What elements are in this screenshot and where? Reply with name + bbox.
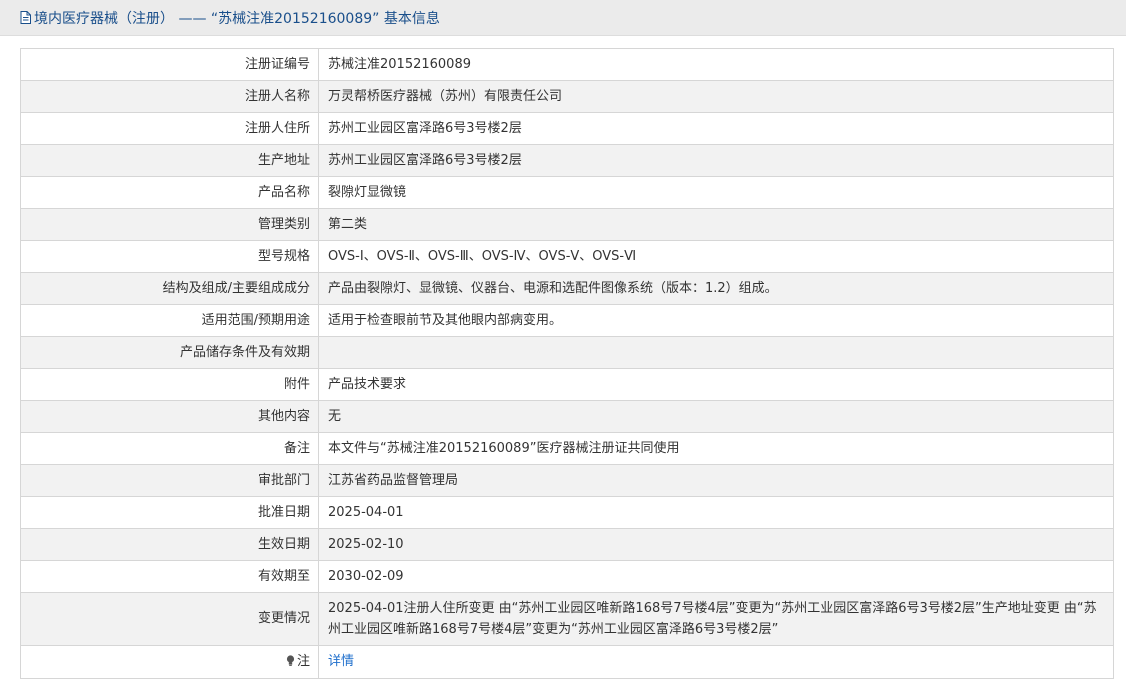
row-value: 苏械注准20152160089	[318, 48, 1114, 81]
row-value: 2025-04-01	[318, 496, 1114, 529]
row-value: 裂隙灯显微镜	[318, 176, 1114, 209]
row-value: 苏州工业园区富泽路6号3号楼2层	[318, 144, 1114, 177]
table-row: 注 详情	[20, 645, 1114, 679]
table-row: 型号规格 OVS-Ⅰ、OVS-Ⅱ、OVS-Ⅲ、OVS-Ⅳ、OVS-Ⅴ、OVS-Ⅵ	[20, 240, 1114, 273]
row-value: 详情	[318, 645, 1114, 679]
info-table: 注册证编号 苏械注准20152160089 注册人名称 万灵帮桥医疗器械（苏州）…	[20, 48, 1114, 679]
detail-panel: 境内医疗器械（注册） —— “苏械注准20152160089” 基本信息 注册证…	[0, 0, 1126, 695]
table-row: 批准日期 2025-04-01	[20, 496, 1114, 529]
row-label: 审批部门	[20, 464, 319, 497]
table-row: 备注 本文件与“苏械注准20152160089”医疗器械注册证共同使用	[20, 432, 1114, 465]
table-row: 管理类别 第二类	[20, 208, 1114, 241]
row-label: 型号规格	[20, 240, 319, 273]
note-label-cell: 注	[20, 645, 319, 679]
lightbulb-icon	[286, 655, 295, 666]
row-value: 2025-04-01注册人住所变更 由“苏州工业园区唯新路168号7号楼4层”变…	[318, 592, 1114, 646]
row-label: 注册人住所	[20, 112, 319, 145]
row-label: 注册人名称	[20, 80, 319, 113]
details-link[interactable]: 详情	[328, 654, 354, 669]
row-value: 适用于检查眼前节及其他眼内部病变用。	[318, 304, 1114, 337]
table-row: 注册证编号 苏械注准20152160089	[20, 48, 1114, 81]
row-label: 备注	[20, 432, 319, 465]
table-row: 生效日期 2025-02-10	[20, 528, 1114, 561]
table-row: 有效期至 2030-02-09	[20, 560, 1114, 593]
row-value: 产品由裂隙灯、显微镜、仪器台、电源和选配件图像系统（版本：1.2）组成。	[318, 272, 1114, 305]
row-value: 第二类	[318, 208, 1114, 241]
row-value: 产品技术要求	[318, 368, 1114, 401]
table-row: 注册人名称 万灵帮桥医疗器械（苏州）有限责任公司	[20, 80, 1114, 113]
row-label: 注册证编号	[20, 48, 319, 81]
row-label: 产品名称	[20, 176, 319, 209]
row-value: 江苏省药品监督管理局	[318, 464, 1114, 497]
row-label: 管理类别	[20, 208, 319, 241]
table-row: 产品名称 裂隙灯显微镜	[20, 176, 1114, 209]
row-label: 附件	[20, 368, 319, 401]
row-value: 本文件与“苏械注准20152160089”医疗器械注册证共同使用	[318, 432, 1114, 465]
row-label: 适用范围/预期用途	[20, 304, 319, 337]
row-label: 有效期至	[20, 560, 319, 593]
row-label: 其他内容	[20, 400, 319, 433]
row-value: 无	[318, 400, 1114, 433]
panel-header: 境内医疗器械（注册） —— “苏械注准20152160089” 基本信息	[0, 0, 1126, 36]
row-value: 苏州工业园区富泽路6号3号楼2层	[318, 112, 1114, 145]
row-value	[318, 336, 1114, 369]
table-row: 变更情况 2025-04-01注册人住所变更 由“苏州工业园区唯新路168号7号…	[20, 592, 1114, 646]
table-row: 附件 产品技术要求	[20, 368, 1114, 401]
row-label: 结构及组成/主要组成成分	[20, 272, 319, 305]
row-label: 生效日期	[20, 528, 319, 561]
row-label: 批准日期	[20, 496, 319, 529]
row-value: 2025-02-10	[318, 528, 1114, 561]
row-label: 产品储存条件及有效期	[20, 336, 319, 369]
note-label: 注	[296, 654, 310, 669]
table-row: 产品储存条件及有效期	[20, 336, 1114, 369]
table-row: 审批部门 江苏省药品监督管理局	[20, 464, 1114, 497]
row-label: 变更情况	[20, 592, 319, 646]
document-icon	[20, 11, 31, 24]
table-row: 生产地址 苏州工业园区富泽路6号3号楼2层	[20, 144, 1114, 177]
row-value: 2030-02-09	[318, 560, 1114, 593]
table-row: 结构及组成/主要组成成分 产品由裂隙灯、显微镜、仪器台、电源和选配件图像系统（版…	[20, 272, 1114, 305]
table-row: 适用范围/预期用途 适用于检查眼前节及其他眼内部病变用。	[20, 304, 1114, 337]
row-label: 生产地址	[20, 144, 319, 177]
page-title: 境内医疗器械（注册） —— “苏械注准20152160089” 基本信息	[34, 10, 440, 27]
table-row: 其他内容 无	[20, 400, 1114, 433]
table-row: 注册人住所 苏州工业园区富泽路6号3号楼2层	[20, 112, 1114, 145]
row-value: OVS-Ⅰ、OVS-Ⅱ、OVS-Ⅲ、OVS-Ⅳ、OVS-Ⅴ、OVS-Ⅵ	[318, 240, 1114, 273]
row-value: 万灵帮桥医疗器械（苏州）有限责任公司	[318, 80, 1114, 113]
